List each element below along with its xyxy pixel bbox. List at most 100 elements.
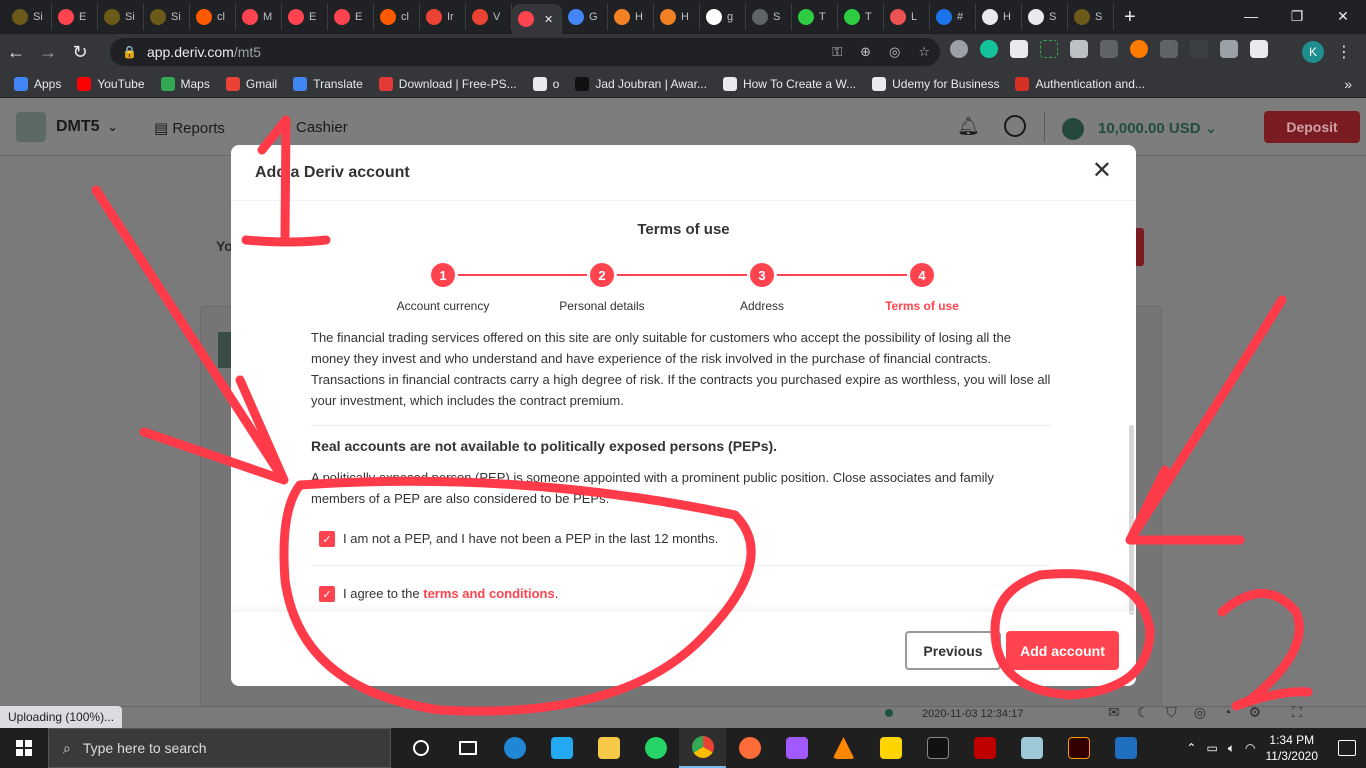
browser-tab[interactable]: # <box>930 4 976 30</box>
browser-tab[interactable]: Si <box>144 4 190 30</box>
nav-cashier[interactable]: Cashier <box>296 119 348 136</box>
theme-icon[interactable]: ☾ <box>1137 704 1150 721</box>
pen-icon[interactable] <box>1190 40 1208 58</box>
star-icon[interactable]: ☆ <box>918 44 930 60</box>
photos-icon[interactable] <box>1102 728 1149 768</box>
help-icon[interactable]: ◎ <box>1194 704 1206 721</box>
settings-icon[interactable]: ⚙ <box>1248 704 1261 721</box>
browser-tab[interactable]: E <box>282 4 328 30</box>
menu-icon[interactable]: ⋮ <box>1336 42 1352 62</box>
extension-icon[interactable] <box>1100 40 1118 58</box>
restore-icon[interactable]: ❐ <box>1274 0 1320 32</box>
bookmarks-more[interactable]: » <box>1344 76 1352 92</box>
browser-tab[interactable]: E <box>328 4 374 30</box>
bookmark-item[interactable]: Authentication and... <box>1015 76 1145 91</box>
bookmark-item[interactable]: Jad Joubran | Awar... <box>575 76 707 91</box>
bookmark-item[interactable]: YouTube <box>77 76 145 91</box>
fullscreen-icon[interactable]: ⛶ <box>1292 704 1302 721</box>
terms-checkbox[interactable]: ✓ <box>319 586 335 602</box>
browser-tab[interactable]: S <box>746 4 792 30</box>
wifi-icon[interactable]: ◠ <box>1245 741 1255 755</box>
terms-checkbox-label[interactable]: I agree to the terms and conditions. <box>343 586 558 601</box>
postman-icon[interactable] <box>726 728 773 768</box>
bookmark-item[interactable]: Translate <box>293 76 363 91</box>
back-icon[interactable]: ← <box>0 42 32 63</box>
extension-icon[interactable] <box>1130 40 1148 58</box>
browser-tab[interactable]: H <box>654 4 700 30</box>
key-icon[interactable]: ⚿ <box>832 44 842 60</box>
browser-tab[interactable]: S <box>1068 4 1114 30</box>
close-window-icon[interactable]: ✕ <box>1320 0 1366 32</box>
chrome-icon[interactable] <box>679 728 726 768</box>
cortana-icon[interactable] <box>397 728 444 768</box>
account-balance[interactable]: 10,000.00 USD ⌄ <box>1062 118 1217 140</box>
terminal-icon[interactable] <box>914 728 961 768</box>
browser-tab[interactable]: g <box>700 4 746 30</box>
user-icon[interactable] <box>1004 115 1026 137</box>
chevron-up-icon[interactable]: ⌃ <box>1186 741 1196 755</box>
new-tab-button[interactable]: + <box>1124 6 1136 29</box>
bookmark-item[interactable]: Apps <box>14 76 61 91</box>
browser-tab[interactable]: L <box>884 4 930 30</box>
extension-icon[interactable] <box>1220 40 1238 58</box>
terms-link[interactable]: terms and conditions <box>423 586 554 601</box>
puzzle-icon[interactable] <box>1250 40 1268 58</box>
illustrator-icon[interactable] <box>1055 728 1102 768</box>
browser-tab[interactable]: Si <box>98 4 144 30</box>
scrollbar[interactable] <box>1129 425 1134 615</box>
add-account-button[interactable]: Add account <box>1006 631 1119 670</box>
close-icon[interactable]: ✕ <box>1092 159 1112 183</box>
extension-icon[interactable] <box>950 40 968 58</box>
address-bar[interactable]: 🔒 app.deriv.com/mt5 ⚿ ⊕ ◎ ☆ <box>110 38 940 66</box>
grammarly-icon[interactable] <box>980 40 998 58</box>
task-view-icon[interactable] <box>444 728 491 768</box>
deposit-button[interactable]: Deposit <box>1264 111 1360 143</box>
clock-icon[interactable]: ◔ <box>1223 704 1231 721</box>
platform-switcher[interactable]: DMT5 ⌄ <box>56 118 118 136</box>
browser-tab[interactable]: Si <box>6 4 52 30</box>
browser-tab[interactable]: V <box>466 4 512 30</box>
battery-icon[interactable]: ▭ <box>1206 741 1217 755</box>
minimize-icon[interactable]: — <box>1228 0 1274 32</box>
bookmark-item[interactable]: Udemy for Business <box>872 76 999 91</box>
file-explorer-icon[interactable] <box>585 728 632 768</box>
filezilla-icon[interactable] <box>961 728 1008 768</box>
add-icon[interactable]: ⊕ <box>860 44 871 60</box>
bell-icon[interactable]: 🔔︎ <box>957 116 980 137</box>
browser-tab[interactable]: T <box>838 4 884 30</box>
avatar[interactable]: K <box>1302 41 1324 63</box>
extension-icon[interactable] <box>1070 40 1088 58</box>
eye-off-icon[interactable]: ◎ <box>889 44 900 60</box>
windows-start-icon[interactable] <box>0 728 48 768</box>
previous-button[interactable]: Previous <box>905 631 1001 670</box>
vlc-icon[interactable] <box>820 728 867 768</box>
browser-tab[interactable]: M <box>236 4 282 30</box>
pep-checkbox[interactable]: ✓ <box>319 531 335 547</box>
reload-icon[interactable]: ↻ <box>64 42 96 63</box>
terms-content[interactable]: The financial trading services offered o… <box>231 321 1129 613</box>
bookmark-item[interactable]: Gmail <box>225 76 277 91</box>
browser-tab[interactable]: ✕ <box>512 4 562 34</box>
pep-checkbox-label[interactable]: I am not a PEP, and I have not been a PE… <box>343 531 718 546</box>
browser-tab[interactable]: E <box>52 4 98 30</box>
app-icon[interactable] <box>1008 728 1055 768</box>
extension-icon[interactable] <box>1010 40 1028 58</box>
browser-tab[interactable]: cl <box>374 4 420 30</box>
bookmark-item[interactable]: Maps <box>160 76 210 91</box>
browser-tab[interactable]: G <box>562 4 608 30</box>
vscode-icon[interactable] <box>538 728 585 768</box>
bookmark-item[interactable]: o <box>532 76 559 91</box>
sticky-notes-icon[interactable] <box>867 728 914 768</box>
bookmark-item[interactable]: How To Create a W... <box>722 76 856 91</box>
edge-icon[interactable] <box>491 728 538 768</box>
extension-icon[interactable] <box>1040 40 1058 58</box>
browser-tab[interactable]: S <box>1022 4 1068 30</box>
extension-icon[interactable] <box>1160 40 1178 58</box>
close-tab-icon[interactable]: ✕ <box>544 13 553 26</box>
bookmark-item[interactable]: Download | Free-PS... <box>378 76 517 91</box>
forward-icon[interactable]: → <box>32 42 64 63</box>
chat-icon[interactable]: ✉ <box>1108 704 1120 721</box>
whatsapp-icon[interactable] <box>632 728 679 768</box>
figma-icon[interactable] <box>773 728 820 768</box>
browser-tab[interactable]: cl <box>190 4 236 30</box>
